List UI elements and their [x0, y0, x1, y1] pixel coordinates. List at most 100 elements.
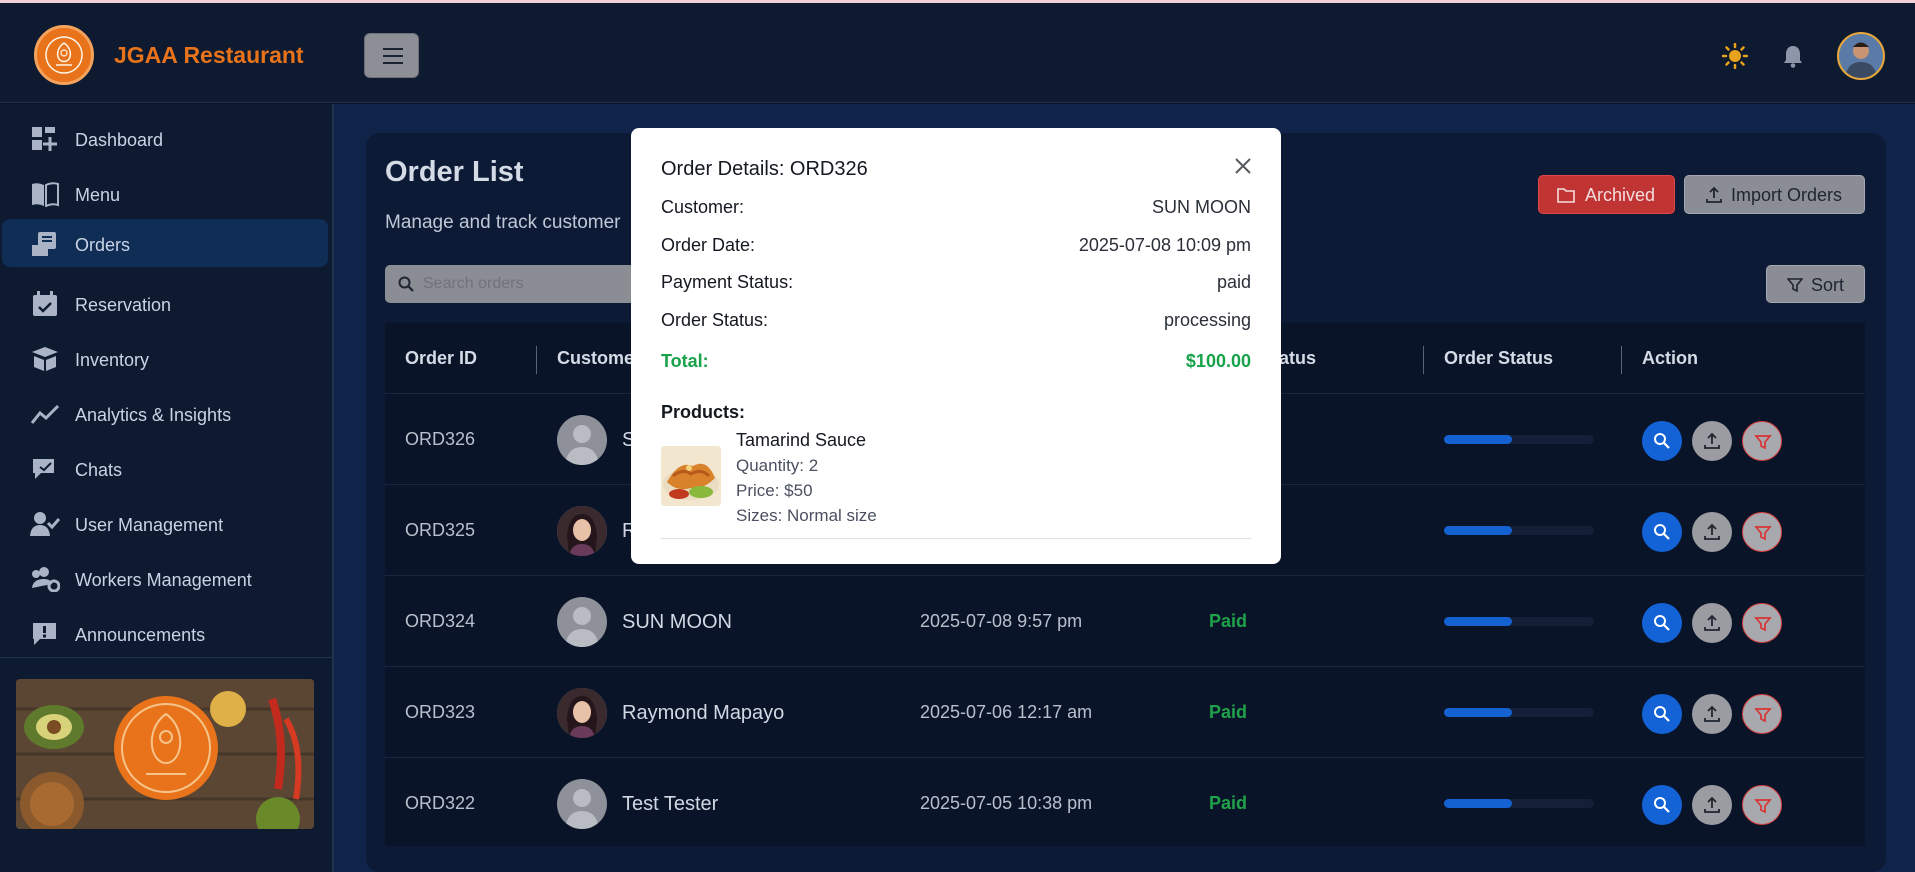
column-header-action[interactable]: Action: [1642, 348, 1698, 369]
sidebar-item-reservation[interactable]: Reservation: [0, 280, 334, 326]
view-order-button[interactable]: [1642, 421, 1682, 461]
download-order-button[interactable]: [1692, 421, 1732, 461]
customer-avatar: [557, 506, 607, 556]
table-row[interactable]: ORD324 SUN MOON 2025-07-08 9:57 pm Paid: [385, 575, 1865, 666]
view-order-button[interactable]: [1642, 694, 1682, 734]
sidebar-item-label: User Management: [75, 515, 224, 535]
detail-label: Customer:: [661, 197, 745, 217]
search-icon: [1654, 433, 1670, 449]
sidebar-item-label: Chats: [75, 460, 123, 480]
archive-order-button[interactable]: [1742, 785, 1782, 825]
product-quantity: Quantity: 2: [736, 456, 819, 475]
user-check-icon: [30, 512, 60, 536]
detail-row-order-status: Order Status: processing: [661, 310, 1251, 334]
order-status-progress: [1444, 435, 1594, 444]
filter-icon: [1787, 278, 1803, 293]
modal-divider: [661, 538, 1251, 539]
sidebar-item-label: Reservation: [75, 295, 172, 315]
sidebar-item-label: Orders: [75, 235, 131, 255]
order-id: ORD326: [405, 429, 476, 449]
customer-avatar: [557, 415, 607, 465]
order-details-modal: Order Details: ORD326 Customer: SUN MOON…: [631, 128, 1281, 564]
column-header-order-status[interactable]: Order Status: [1444, 348, 1553, 369]
order-id: ORD323: [405, 702, 476, 722]
brand-name: JGAA Restaurant: [114, 42, 304, 68]
search-field[interactable]: [385, 265, 645, 303]
sidebar-item-announcements[interactable]: Announcements: [0, 610, 334, 656]
orders-icon: [32, 232, 56, 256]
sidebar: Dashboard Menu Orders Reservation Invent…: [0, 104, 334, 872]
box-icon: [32, 347, 58, 371]
sidebar-item-label: Analytics & Insights: [75, 405, 232, 425]
calendar-check-icon: [33, 291, 57, 316]
bell-icon[interactable]: [1780, 43, 1806, 69]
upload-icon: [1704, 432, 1720, 449]
download-order-button[interactable]: [1692, 603, 1732, 643]
customer-name: Raymond Mapayo: [622, 702, 785, 724]
detail-label: Order Date:: [661, 235, 756, 255]
table-row[interactable]: ORD323 Raymond Mapayo 2025-07-06 12:17 a…: [385, 666, 1865, 757]
customer-name: SUN MOON: [622, 611, 732, 633]
filter-icon: [1754, 799, 1772, 814]
sidebar-item-workers-management[interactable]: Workers Management: [0, 555, 334, 601]
detail-row-customer: Customer: SUN MOON: [661, 197, 1251, 221]
detail-value: paid: [1216, 272, 1251, 292]
upload-icon: [1706, 186, 1722, 203]
download-order-button[interactable]: [1692, 785, 1732, 825]
sidebar-item-analytics[interactable]: Analytics & Insights: [0, 390, 334, 436]
close-icon[interactable]: [1231, 154, 1255, 178]
total-value: $100.00: [1185, 351, 1251, 371]
sidebar-item-label: Inventory: [75, 350, 150, 370]
chat-icon: [33, 459, 54, 479]
order-status-progress: [1444, 799, 1594, 808]
sort-button[interactable]: Sort: [1766, 265, 1865, 303]
order-date: 2025-07-05 10:38 pm: [920, 793, 1093, 813]
column-header-customer[interactable]: Custome: [557, 348, 634, 369]
sidebar-item-dashboard[interactable]: Dashboard: [0, 115, 334, 161]
payment-status: Paid: [1209, 793, 1248, 813]
order-id: ORD324: [405, 611, 476, 631]
products-heading: Products:: [661, 402, 746, 422]
archive-order-button[interactable]: [1742, 694, 1782, 734]
sidebar-item-label: Announcements: [75, 625, 206, 645]
table-row[interactable]: ORD322 Test Tester 2025-07-05 10:38 pm P…: [385, 757, 1865, 848]
detail-value: 2025-07-08 10:09 pm: [1078, 235, 1251, 255]
archived-label: Archived: [1585, 185, 1656, 205]
download-order-button[interactable]: [1692, 512, 1732, 552]
import-orders-button[interactable]: Import Orders: [1684, 175, 1865, 214]
order-status-progress: [1444, 617, 1594, 626]
promo-food-image: [16, 679, 314, 829]
archive-order-button[interactable]: [1742, 603, 1782, 643]
download-order-button[interactable]: [1692, 694, 1732, 734]
sidebar-item-label: Workers Management: [75, 570, 252, 590]
archived-button[interactable]: Archived: [1538, 175, 1675, 214]
sidebar-item-menu[interactable]: Menu: [0, 170, 334, 216]
column-header-order-id[interactable]: Order ID: [405, 348, 477, 369]
sun-icon[interactable]: [1722, 43, 1748, 69]
search-input[interactable]: [423, 273, 633, 295]
customer-avatar: [557, 779, 607, 829]
sidebar-item-user-management[interactable]: User Management: [0, 500, 334, 546]
view-order-button[interactable]: [1642, 603, 1682, 643]
order-date: 2025-07-06 12:17 am: [920, 702, 1093, 722]
customer-avatar: [557, 688, 607, 738]
upload-icon: [1704, 796, 1720, 813]
view-order-button[interactable]: [1642, 785, 1682, 825]
sidebar-divider: [0, 657, 334, 658]
upload-icon: [1704, 614, 1720, 631]
upload-icon: [1704, 523, 1720, 540]
detail-label: Payment Status:: [661, 272, 794, 292]
sidebar-item-label: Dashboard: [75, 130, 164, 150]
archive-order-button[interactable]: [1742, 512, 1782, 552]
detail-value: SUN MOON: [1152, 197, 1251, 217]
sidebar-toggle-button[interactable]: [364, 33, 419, 78]
detail-row-order-date: Order Date: 2025-07-08 10:09 pm: [661, 235, 1251, 259]
archive-order-button[interactable]: [1742, 421, 1782, 461]
sidebar-item-chats[interactable]: Chats: [0, 445, 334, 491]
modal-title: Order Details: ORD326: [661, 158, 868, 180]
view-order-button[interactable]: [1642, 512, 1682, 552]
user-avatar[interactable]: [1837, 32, 1885, 80]
sidebar-item-inventory[interactable]: Inventory: [0, 335, 334, 381]
sidebar-item-orders[interactable]: Orders: [0, 219, 334, 267]
detail-row-payment-status: Payment Status: paid: [661, 272, 1251, 296]
